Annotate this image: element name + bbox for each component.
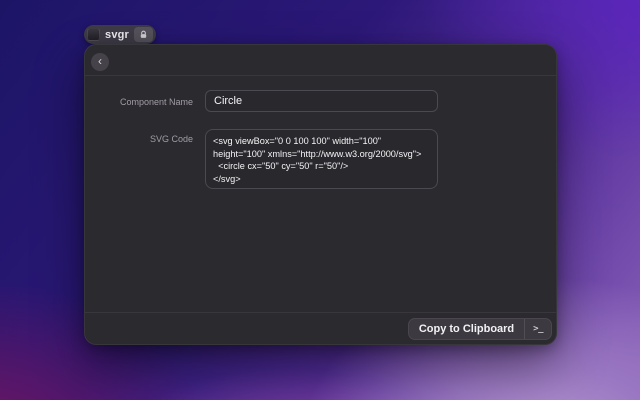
component-name-label: Component Name xyxy=(101,97,193,107)
svg-code-textarea[interactable]: <svg viewBox="0 0 100 100" width="100" h… xyxy=(205,129,438,189)
enter-shortcut-icon: >_ xyxy=(525,324,551,334)
svgr-form-window: ‹ Component Name SVG Code <svg viewBox="… xyxy=(84,44,557,345)
action-bar: Copy to Clipboard >_ xyxy=(85,312,556,344)
svgr-app-icon xyxy=(87,28,100,41)
back-button[interactable]: ‹ xyxy=(91,53,109,71)
desktop-background: svgr ‹ Component Name SVG Code <svg view… xyxy=(0,0,640,400)
chevron-left-icon: ‹ xyxy=(98,53,102,69)
command-tag-label: svgr xyxy=(105,29,129,41)
copy-to-clipboard-button[interactable]: Copy to Clipboard >_ xyxy=(408,318,552,340)
svg-code-label: SVG Code xyxy=(101,134,193,144)
window-header: ‹ xyxy=(85,45,556,76)
command-tag[interactable]: svgr xyxy=(84,25,156,44)
lock-icon xyxy=(134,27,153,42)
component-name-input[interactable] xyxy=(205,90,438,112)
copy-to-clipboard-label: Copy to Clipboard xyxy=(409,323,524,335)
